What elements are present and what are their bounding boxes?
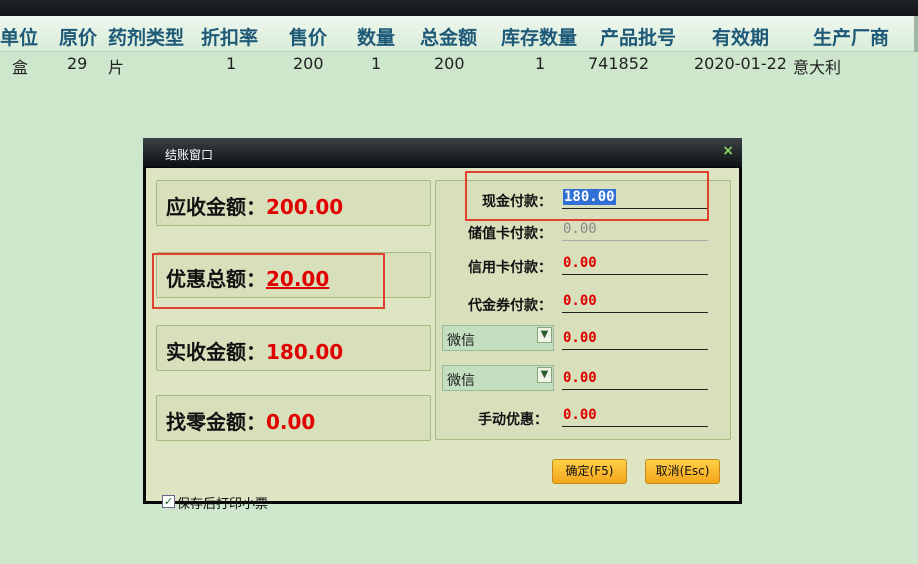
- column-header-unit[interactable]: 单位: [0, 23, 38, 50]
- payment-method-1-input[interactable]: 0.00: [562, 328, 708, 350]
- print-receipt-label: 保存后打印小票: [177, 497, 269, 512]
- payment-method-2-input[interactable]: 0.00: [562, 368, 708, 390]
- receivable-amount-value: 200.00: [266, 195, 344, 219]
- chevron-down-icon[interactable]: ▼: [537, 327, 552, 343]
- receivable-amount-box: 应收金额：200.00: [156, 180, 431, 226]
- column-header-manufacturer[interactable]: 生产厂商: [813, 23, 889, 50]
- dialog-title-bar[interactable]: 结账窗口 ×: [143, 138, 742, 167]
- cell-total-amount: 200: [434, 54, 465, 73]
- column-header-sale-price[interactable]: 售价: [289, 23, 327, 50]
- voucher-payment-input[interactable]: 0.00: [562, 291, 708, 313]
- manual-discount-label: 手动优惠：: [478, 412, 548, 428]
- header-scroll-edge: [914, 16, 918, 52]
- confirm-button[interactable]: 确定(F5): [552, 459, 627, 484]
- dialog-title: 结账窗口: [165, 148, 214, 162]
- actual-received-box: 实收金额：180.00: [156, 325, 431, 371]
- payment-method-select-2-value: 微信: [447, 373, 475, 389]
- cell-stock-quantity: 1: [535, 54, 546, 73]
- payment-method-select-1[interactable]: 微信 ▼: [442, 325, 554, 351]
- column-header-quantity[interactable]: 数量: [357, 23, 395, 50]
- table-row[interactable]: 盒 29 片 1 200 1 200 1 741852 2020-01-22 意…: [0, 52, 918, 77]
- stored-card-payment-label: 储值卡付款：: [468, 226, 552, 242]
- receivable-amount-label: 应收金额：: [166, 195, 266, 219]
- highlight-discount-total: [152, 253, 385, 309]
- cancel-button[interactable]: 取消(Esc): [645, 459, 720, 484]
- chevron-down-icon[interactable]: ▼: [537, 367, 552, 383]
- payment-method-select-1-value: 微信: [447, 333, 475, 349]
- print-receipt-checkbox[interactable]: ✓: [162, 495, 175, 508]
- change-amount-value: 0.00: [266, 410, 316, 434]
- column-header-batch-number[interactable]: 产品批号: [600, 23, 676, 50]
- cell-manufacturer: 意大利: [793, 58, 842, 77]
- change-amount-label: 找零金额：: [166, 410, 266, 434]
- column-header-expiry-date[interactable]: 有效期: [712, 23, 769, 50]
- credit-card-payment-input[interactable]: 0.00: [562, 253, 708, 275]
- column-header-total-amount[interactable]: 总金额: [420, 23, 477, 50]
- stored-card-payment-input[interactable]: 0.00: [562, 219, 708, 241]
- payment-method-select-2[interactable]: 微信 ▼: [442, 365, 554, 391]
- close-icon[interactable]: ×: [722, 143, 734, 159]
- column-header-original-price[interactable]: 原价: [59, 23, 97, 50]
- actual-received: 实收金额：180.00: [166, 336, 343, 365]
- column-header-discount-rate[interactable]: 折扣率: [201, 23, 258, 50]
- table-header: 单位 原价 药剂类型 折扣率 售价 数量 总金额 库存数量 产品批号 有效期 生…: [0, 16, 918, 52]
- cell-expiry-date: 2020-01-22: [694, 54, 787, 73]
- credit-card-payment-label: 信用卡付款：: [468, 260, 552, 276]
- window-top-bar: [0, 0, 918, 16]
- actual-received-value: 180.00: [266, 340, 344, 364]
- actual-received-label: 实收金额：: [166, 340, 266, 364]
- highlight-cash-payment: [465, 171, 709, 221]
- column-header-stock-quantity[interactable]: 库存数量: [501, 23, 577, 50]
- change-amount-box: 找零金额：0.00: [156, 395, 431, 441]
- receivable-amount: 应收金额：200.00: [166, 191, 343, 220]
- voucher-payment-label: 代金券付款：: [468, 298, 552, 314]
- column-header-dosage-type[interactable]: 药剂类型: [108, 23, 184, 50]
- cell-dosage-type: 片: [108, 58, 125, 77]
- cell-original-price: 29: [67, 54, 88, 73]
- cell-discount-rate: 1: [226, 54, 237, 73]
- cell-batch-number: 741852: [588, 54, 650, 73]
- cell-quantity: 1: [371, 54, 382, 73]
- cell-unit: 盒: [12, 58, 29, 77]
- change-amount: 找零金额：0.00: [166, 406, 315, 435]
- cell-sale-price: 200: [293, 54, 324, 73]
- manual-discount-input[interactable]: 0.00: [562, 405, 708, 427]
